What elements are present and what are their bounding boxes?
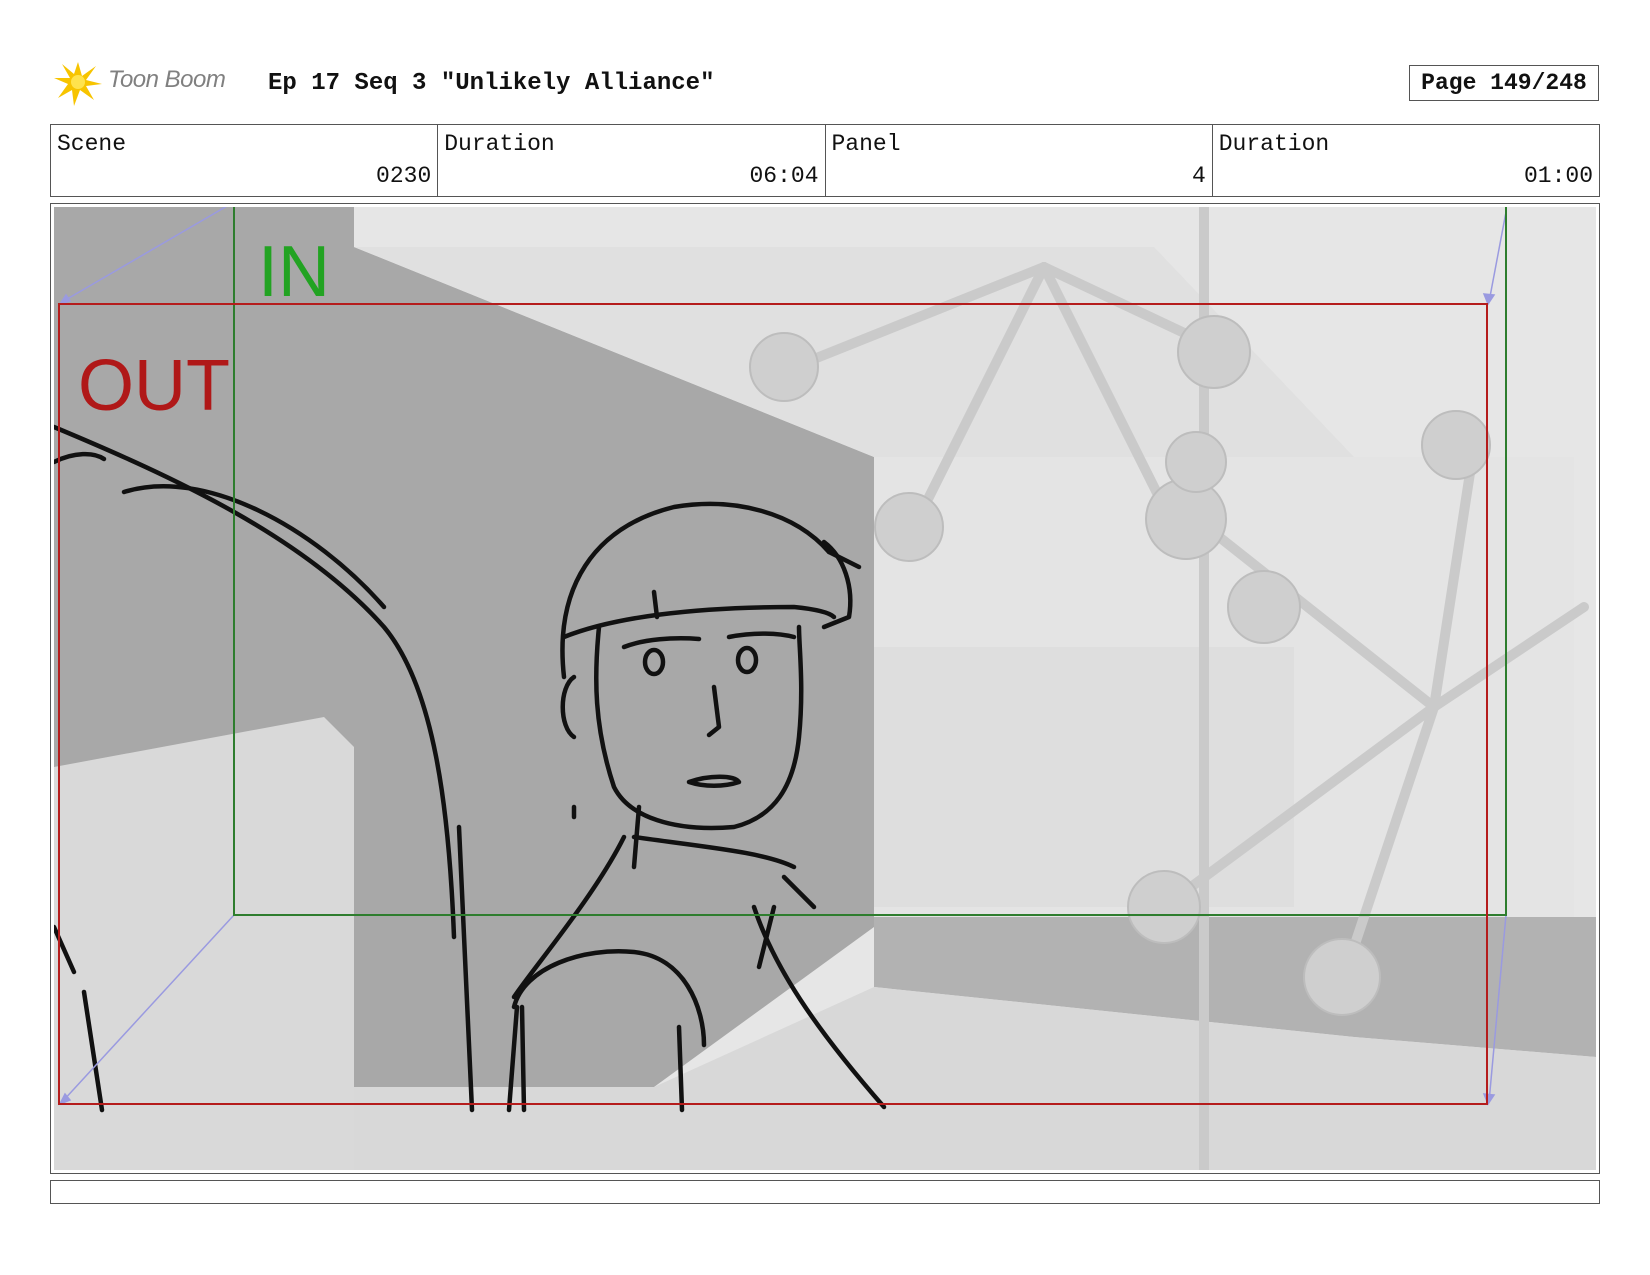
toon-boom-logo: Toon Boom [52,56,252,108]
page-number-text: Page 149/248 [1421,70,1587,96]
scene-duration-cell: Duration 06:04 [438,125,826,196]
scene-label: Scene [57,131,127,157]
panel-label: Panel [831,131,901,157]
scene-cell: Scene 0230 [51,125,439,196]
page-number: Page 149/248 [1409,65,1599,101]
scene-info-table: Scene 0230 Duration 06:04 Panel 4 Durati… [50,124,1600,197]
panel-cell: Panel 4 [826,125,1213,196]
in-frame-label: IN [258,232,330,312]
storyboard-panel-image [54,207,1596,1170]
panel-duration-value: 01:00 [1523,163,1593,189]
starburst-icon [54,62,102,106]
out-frame-label: OUT [78,346,230,426]
panel-value: 4 [1191,163,1206,189]
panel-notes-box [50,1180,1600,1204]
scene-duration-label: Duration [444,131,555,157]
scene-value: 0230 [376,163,432,189]
panel-sketch [54,207,1596,1170]
page-title: Ep 17 Seq 3 "Unlikely Alliance" [268,70,715,97]
panel-duration-label: Duration [1218,131,1330,157]
logo-text: Toon Boom [108,66,226,93]
panel-duration-cell: Duration 01:00 [1213,125,1599,196]
scene-duration-value: 06:04 [749,163,819,189]
